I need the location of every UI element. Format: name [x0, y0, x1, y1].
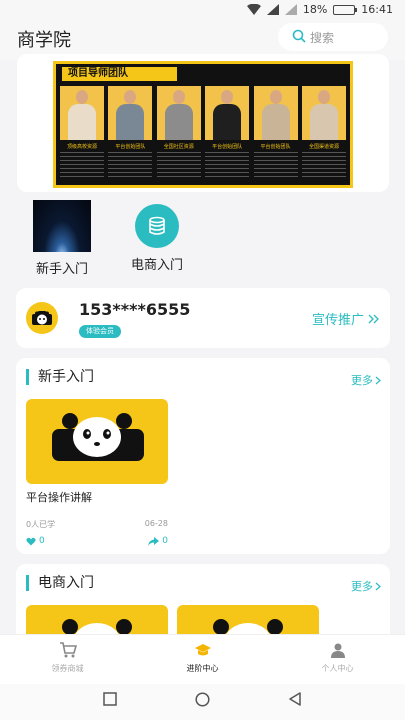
like-count: 0 [39, 536, 45, 546]
database-icon [135, 204, 179, 248]
mentor-photo [60, 86, 104, 140]
more-link[interactable]: 更多 [351, 372, 381, 388]
tab-advanced-center[interactable]: 进阶中心 [135, 635, 270, 684]
status-indicators: 18% 16:41 [246, 3, 393, 16]
panda-camera-icon [32, 311, 52, 325]
category-row: 新手入门 电商入门 [0, 200, 405, 280]
battery-percent: 18% [302, 3, 328, 16]
graduation-cap-icon [135, 641, 270, 659]
tab-label: 个人中心 [321, 664, 354, 673]
mentor-descriptions [60, 152, 346, 178]
tab-label: 领券商城 [51, 664, 84, 673]
mentor-team-banner[interactable]: 项目导师团队 顶级高校资源 平台创始团队 全国社区资源 平台创始团队 平台创始团… [53, 61, 353, 188]
course-thumbnail [26, 399, 168, 484]
like-button[interactable]: 0 [26, 536, 45, 546]
section-ecommerce: 电商入门 更多 [16, 564, 390, 644]
mentor-roles: 顶级高校资源 平台创始团队 全国社区资源 平台创始团队 平台创始团队 全国渠道资… [60, 143, 346, 150]
mentor-photo [301, 86, 346, 140]
status-bar: 18% 16:41 [0, 0, 405, 22]
cart-icon [0, 641, 135, 659]
heart-icon [26, 537, 36, 545]
page-title: 商学院 [17, 30, 71, 51]
search-icon [292, 29, 306, 43]
avatar[interactable] [26, 302, 58, 334]
category-ecommerce[interactable]: 电商入门 [117, 200, 197, 273]
more-label: 更多 [351, 580, 373, 593]
clock: 16:41 [361, 3, 393, 16]
course-learners: 0人已学 [26, 520, 56, 529]
promote-button[interactable]: 宣传推广 [312, 309, 380, 328]
category-beginner[interactable]: 新手入门 [22, 200, 102, 277]
recents-button[interactable] [103, 692, 117, 706]
category-label: 新手入门 [35, 262, 88, 277]
wifi-icon [246, 4, 261, 15]
signal-icon-2 [284, 4, 297, 15]
search-placeholder: 搜索 [310, 30, 335, 45]
course-stats: 0 0 [26, 536, 168, 546]
search-input[interactable]: 搜索 [278, 23, 388, 51]
mentor-photo [253, 86, 298, 140]
category-label: 电商入门 [130, 258, 183, 273]
person-icon [270, 641, 405, 659]
share-button[interactable]: 0 [148, 536, 168, 546]
tab-personal-center[interactable]: 个人中心 [270, 635, 405, 684]
member-badge: 体验会员 [79, 325, 121, 338]
mentor-photo [156, 86, 201, 140]
back-button[interactable] [288, 692, 302, 706]
mentor-role: 全国社区资源 [163, 144, 194, 150]
course-card[interactable]: 平台操作讲解 0人已学 06-28 0 0 [26, 399, 168, 546]
course-title: 平台操作讲解 [26, 491, 92, 504]
mentor-role: 平台创始团队 [212, 144, 243, 150]
earth-horizon-image [33, 200, 91, 252]
chevron-right-icon [375, 376, 381, 384]
chevron-right-icon [375, 582, 381, 590]
mentor-photo [205, 86, 250, 140]
double-chevron-right-icon [368, 314, 379, 323]
mentor-role: 顶级高校资源 [66, 144, 97, 150]
signal-icon [266, 4, 279, 15]
banner-title: 项目导师团队 [62, 67, 177, 81]
course-meta: 0人已学 06-28 [26, 519, 168, 530]
user-phone: 153****6555 [79, 300, 191, 319]
panda-camera-logo [52, 413, 144, 461]
battery-icon [333, 4, 358, 15]
mentor-photos [60, 86, 346, 140]
user-card: 153****6555 体验会员 宣传推广 [16, 288, 390, 348]
tab-coupon-mall[interactable]: 领券商城 [0, 635, 135, 684]
section-beginner: 新手入门 更多 平台操作讲解 0人已学 06-28 0 0 [16, 358, 390, 554]
course-date: 06-28 [144, 519, 168, 528]
section-title: 新手入门 [26, 369, 94, 385]
more-label: 更多 [351, 374, 373, 387]
section-title: 电商入门 [26, 575, 94, 591]
mentor-photo [108, 86, 153, 140]
banner-inner: 项目导师团队 顶级高校资源 平台创始团队 全国社区资源 平台创始团队 平台创始团… [56, 64, 350, 185]
promote-label: 宣传推广 [311, 313, 364, 328]
banner-card: 项目导师团队 顶级高校资源 平台创始团队 全国社区资源 平台创始团队 平台创始团… [17, 54, 389, 192]
bottom-tab-bar: 领券商城 进阶中心 个人中心 [0, 634, 405, 684]
share-count: 0 [162, 536, 168, 546]
share-icon [148, 536, 160, 546]
mentor-role: 平台创始团队 [115, 144, 146, 150]
mentor-role: 平台创始团队 [260, 144, 291, 150]
home-button[interactable] [195, 692, 210, 707]
more-link[interactable]: 更多 [351, 578, 381, 594]
tab-label: 进阶中心 [186, 664, 219, 673]
mentor-role: 全国渠道资源 [308, 144, 339, 150]
system-nav-bar [0, 684, 405, 720]
